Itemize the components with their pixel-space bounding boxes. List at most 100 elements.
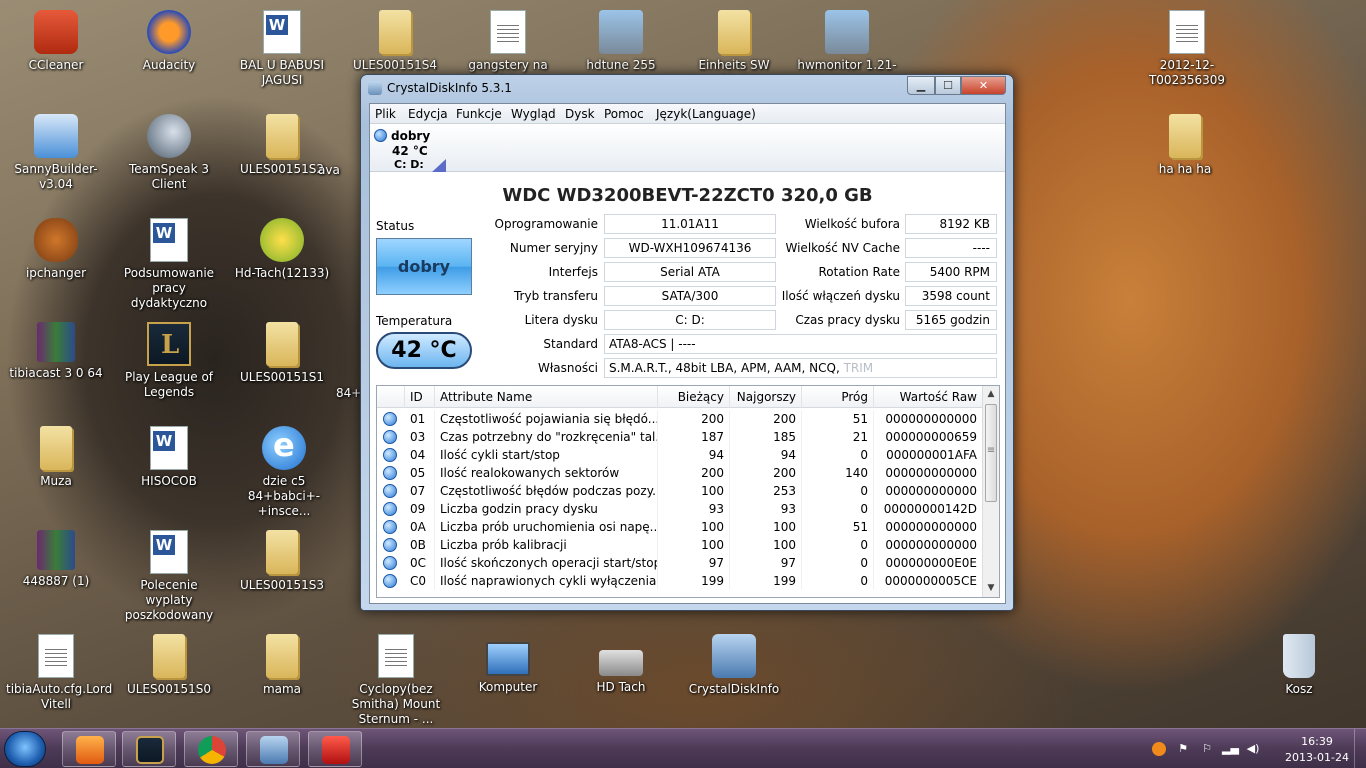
desktop-icon-448887[interactable]: 448887 (1): [6, 530, 106, 589]
tray-network-icon[interactable]: ▂▄: [1222, 742, 1239, 756]
desktop-icon-cyclopy[interactable]: Cyclopy(bez Smitha) Mount Sternum - ...: [341, 634, 451, 727]
tray-action-center-icon[interactable]: ⚑: [1176, 742, 1190, 756]
desktop-icon-ules00151s0[interactable]: ULES00151S0: [119, 634, 219, 697]
cell-current: 93: [658, 500, 730, 518]
menu-jezyk[interactable]: Język(Language): [656, 107, 756, 121]
desktop-icon-podsumowanie[interactable]: Podsumowanie pracy dydaktyczno: [119, 218, 219, 311]
maximize-button[interactable]: ☐: [935, 76, 961, 95]
table-row[interactable]: C0 Ilość naprawionych cykli wyłączenia 199…: [377, 572, 983, 590]
desktop-icon-teamspeak[interactable]: TeamSpeak 3 Client: [119, 114, 219, 192]
col-threshold[interactable]: Próg: [802, 386, 874, 408]
title-bar[interactable]: CrystalDiskInfo 5.3.1 ▁ ☐ ✕: [361, 75, 1013, 101]
icon-label: ipchanger: [25, 266, 87, 280]
disk-tab[interactable]: dobry 42 °C C: D:: [370, 124, 450, 172]
desktop-icon-mama[interactable]: mama: [232, 634, 332, 697]
col-current[interactable]: Bieżący: [658, 386, 730, 408]
health-dot-icon: [383, 484, 397, 498]
desktop-icon-kosz[interactable]: Kosz: [1249, 634, 1349, 697]
menu-edycja[interactable]: Edycja: [408, 107, 448, 121]
icon-label: ULES00151S4: [352, 58, 438, 72]
close-button[interactable]: ✕: [961, 76, 1006, 95]
icon-label: HISOCOB: [141, 474, 197, 488]
desktop-icon-tibiaauto[interactable]: tibiaAuto.cfg.Lord Vitell: [6, 634, 112, 712]
cell-id: 01: [405, 410, 435, 428]
scroll-up-arrow-icon[interactable]: ▲: [983, 386, 999, 403]
taskbar-chrome[interactable]: [184, 731, 238, 767]
desktop-icon-84[interactable]: 84+: [336, 386, 362, 401]
show-desktop-button[interactable]: [1354, 729, 1366, 768]
table-row[interactable]: 0C Ilość skończonych operacji start/stop 9…: [377, 554, 983, 572]
desktop-icon-audacity[interactable]: Audacity: [119, 10, 219, 73]
desktop-icon-play-lol[interactable]: Play League of Legends: [119, 322, 219, 400]
icon-label: Kosz: [1285, 682, 1313, 696]
desktop-icon-hd-tach-12133[interactable]: Hd-Tach(12133): [232, 218, 332, 281]
desktop-icon-ipchanger[interactable]: ipchanger: [6, 218, 106, 281]
desktop-icon-ules00151s3[interactable]: ULES00151S3: [232, 530, 332, 593]
desktop-icon-sannybuilder[interactable]: SannyBuilder-v3.04: [6, 114, 106, 192]
col-worst[interactable]: Najgorszy: [730, 386, 802, 408]
cell-raw-value: 000000000659: [874, 428, 983, 446]
features-disabled: TRIM: [843, 361, 874, 375]
col-id[interactable]: ID: [405, 386, 435, 408]
icon-label: 2012-12-T002356309: [1148, 58, 1226, 87]
taskbar-media-player[interactable]: [62, 731, 116, 767]
desktop-icon-komputer[interactable]: Komputer: [458, 634, 558, 695]
desktop-icon-ules00151s4[interactable]: ULES00151S4: [345, 10, 445, 73]
desktop-icon-ules00151s1[interactable]: ULES00151S1: [232, 322, 332, 385]
desktop-icon-hdtune[interactable]: hdtune 255: [571, 10, 671, 73]
desktop-icon-crystaldiskinfo[interactable]: CrystalDiskInfo: [684, 634, 784, 697]
cell-attribute-name: Ilość cykli start/stop: [435, 446, 658, 464]
col-attribute-name[interactable]: Attribute Name: [435, 386, 658, 408]
clock[interactable]: 16:39 2013-01-24: [1282, 734, 1352, 766]
cell-threshold: 0: [802, 500, 874, 518]
table-row[interactable]: 05 Ilość realokowanych sektorów 200 200 140 0…: [377, 464, 983, 482]
table-row[interactable]: 0B Liczba prób kalibracji 100 100 0 000000000…: [377, 536, 983, 554]
desktop-icon-hd-tach[interactable]: HD Tach: [571, 634, 671, 695]
menu-pomoc[interactable]: Pomoc: [604, 107, 644, 121]
desktop-icon-muza[interactable]: Muza: [6, 426, 106, 489]
menu-plik[interactable]: Plik: [375, 107, 396, 121]
folder-icon: [266, 322, 298, 366]
table-row[interactable]: 09 Liczba godzin pracy dysku 93 93 0 00000000…: [377, 500, 983, 518]
scroll-down-arrow-icon[interactable]: ▼: [983, 580, 999, 597]
menu-dysk[interactable]: Dysk: [565, 107, 595, 121]
health-status-button[interactable]: dobry: [376, 238, 472, 295]
menu-wyglad[interactable]: Wygląd: [511, 107, 556, 121]
desktop-icon-ha-ha-ha[interactable]: ha ha ha: [1135, 114, 1235, 177]
temperature-value[interactable]: 42 °C: [376, 332, 472, 369]
desktop-icon-2012-12[interactable]: 2012-12-T002356309: [1135, 10, 1239, 88]
table-row[interactable]: 01 Częstotliwość pojawiania się błędó... 2…: [377, 410, 983, 428]
disk-tab-health: dobry: [391, 129, 431, 143]
table-row[interactable]: 07 Częstotliwość błędów podczas pozy... 10…: [377, 482, 983, 500]
menu-funkcje[interactable]: Funkcje: [456, 107, 502, 121]
start-button[interactable]: [4, 731, 46, 767]
table-row[interactable]: 0A Liczba prób uruchomienia osi napę... 10…: [377, 518, 983, 536]
desktop-icon-polecenie[interactable]: Polecenie wyplaty poszkodowany: [119, 530, 219, 623]
vertical-scrollbar[interactable]: ▲ ≡ ▼: [982, 386, 999, 597]
scroll-thumb[interactable]: ≡: [985, 404, 997, 502]
table-row[interactable]: 04 Ilość cykli start/stop 94 94 0 000000001AF…: [377, 446, 983, 464]
table-row[interactable]: 03 Czas potrzebny do "rozkręcenia" tal...…: [377, 428, 983, 446]
desktop-icon-bal-u-babusi[interactable]: BAL U BABUSI JAGUSI: [232, 10, 332, 88]
taskbar-flash-app[interactable]: [308, 731, 362, 767]
desktop-icon-dzie-c5[interactable]: dzie c5 84+babci+-+insce...: [232, 426, 336, 519]
cell-id: 07: [405, 482, 435, 500]
desktop-icon-ules00151s2[interactable]: ULES00151S2: [232, 114, 332, 177]
word-document-icon: [150, 218, 188, 262]
taskbar-crystaldiskinfo[interactable]: [246, 731, 300, 767]
desktop-icon-ava[interactable]: ava: [318, 163, 358, 178]
minimize-button[interactable]: ▁: [907, 76, 935, 95]
cell-threshold: 0: [802, 572, 874, 590]
status-label: Status: [376, 219, 415, 233]
tray-app-icon[interactable]: [1152, 742, 1166, 756]
desktop-icon-tibiacast[interactable]: tibiacast 3 0 64: [6, 322, 106, 381]
col-status[interactable]: [377, 386, 405, 408]
nv-cache-value: ----: [905, 238, 997, 258]
taskbar-league-of-legends[interactable]: [122, 731, 176, 767]
desktop-icon-hisocob[interactable]: HISOCOB: [119, 426, 219, 489]
icon-label: ULES00151S3: [239, 578, 325, 592]
col-raw-value[interactable]: Wartość Raw: [874, 386, 983, 408]
desktop-icon-ccleaner[interactable]: CCleaner: [6, 10, 106, 73]
tray-flag-icon[interactable]: ⚐: [1200, 742, 1214, 756]
tray-volume-icon[interactable]: ◀): [1246, 742, 1260, 756]
